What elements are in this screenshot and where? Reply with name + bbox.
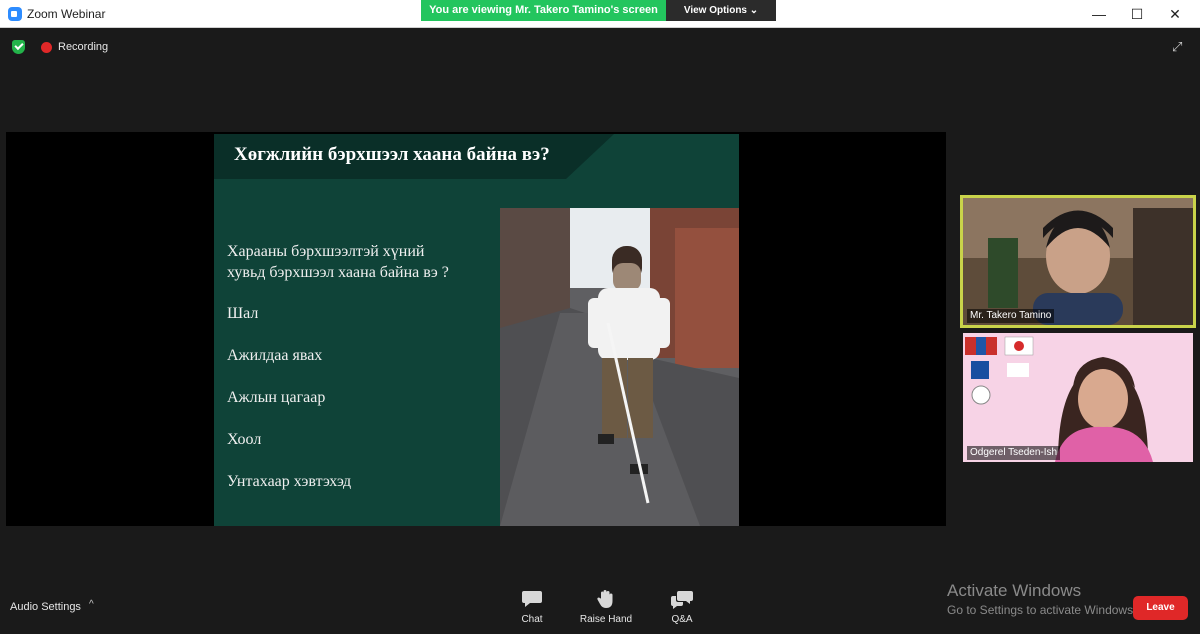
recording-label: Recording — [58, 41, 109, 53]
qa-icon — [671, 591, 693, 609]
chat-icon — [522, 591, 542, 607]
slide-item: Ажлын цагаар — [227, 389, 326, 406]
leave-button[interactable]: Leave — [1133, 596, 1188, 620]
recording-icon — [41, 42, 52, 53]
view-options-button[interactable]: View Options ⌄ — [666, 0, 776, 21]
zoom-webinar-window: Zoom Webinar You are viewing Mr. Takero … — [0, 0, 1200, 634]
participant-name: Mr. Takero Tamino — [967, 309, 1055, 323]
hand-icon — [597, 590, 613, 608]
close-button[interactable]: ✕ — [1165, 4, 1185, 24]
viewing-screen-label: You are viewing Mr. Takero Tamino's scre… — [421, 0, 666, 21]
zoom-logo-icon — [8, 7, 22, 21]
slide-question-line-2: хувьд бэрхшээл хаана байна вэ ? — [227, 264, 449, 281]
qa-label: Q&A — [671, 614, 693, 625]
raise-hand-button[interactable]: Raise Hand — [576, 589, 636, 625]
slide-item: Унтахаар хэвтэхэд — [227, 473, 352, 490]
activate-windows-watermark-subtitle: Go to Settings to activate Windows. — [947, 603, 1137, 617]
slide-item: Хоол — [227, 431, 262, 448]
encryption-shield-icon[interactable] — [12, 40, 25, 54]
fullscreen-icon[interactable]: ⤢ — [1172, 40, 1186, 54]
video-tile-participant[interactable]: Odgerel Tseden-Ish — [963, 333, 1193, 462]
slide-title: Хөгжлийн бэрхшээл хаана байна вэ? — [234, 144, 550, 165]
title-bar: Zoom Webinar You are viewing Mr. Takero … — [0, 0, 1200, 28]
participant-name: Odgerel Tseden-Ish — [967, 446, 1061, 460]
audio-options-caret-icon[interactable]: ^ — [89, 599, 94, 610]
minimize-button[interactable]: — — [1089, 4, 1109, 24]
maximize-button[interactable]: ☐ — [1127, 4, 1147, 24]
raise-hand-label: Raise Hand — [579, 614, 633, 625]
chat-button[interactable]: Chat — [502, 589, 562, 625]
video-tile-active-speaker[interactable]: Mr. Takero Tamino — [960, 195, 1196, 328]
qa-button[interactable]: Q&A — [652, 589, 712, 625]
chat-label: Chat — [521, 614, 543, 625]
slide-header: Хөгжлийн бэрхшээл хаана байна вэ? — [214, 134, 739, 179]
slide-item: Ажилдаа явах — [227, 347, 323, 364]
screen-share-banner: You are viewing Mr. Takero Tamino's scre… — [421, 0, 776, 21]
audio-settings-button[interactable]: Audio Settings — [10, 601, 81, 613]
slide-question-line-1: Харааны бэрхшээлтэй хүний — [227, 243, 425, 260]
slide-photo-man-with-white-cane — [500, 208, 739, 526]
slide-item: Шал — [227, 305, 259, 322]
window-title: Zoom Webinar — [27, 7, 106, 21]
activate-windows-watermark-title: Activate Windows — [947, 581, 1082, 600]
